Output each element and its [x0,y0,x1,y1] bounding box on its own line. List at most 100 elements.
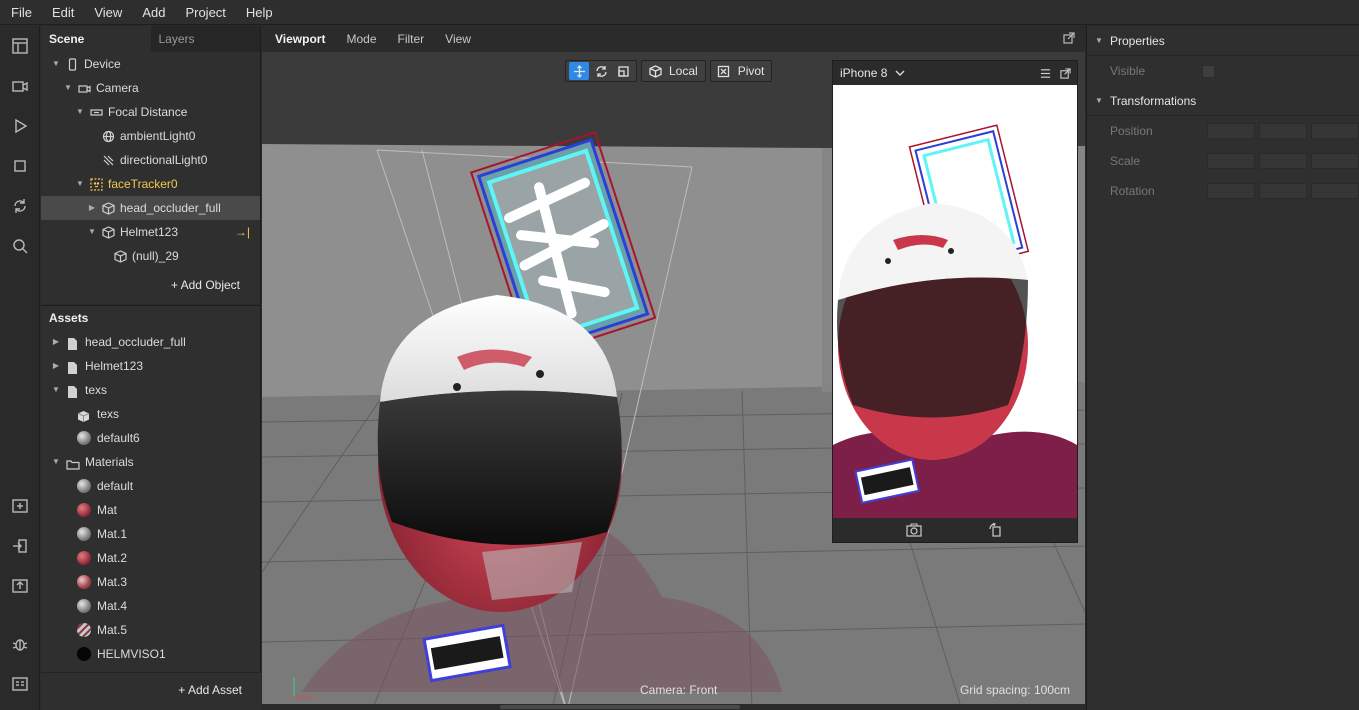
rotation-x-field[interactable] [1207,183,1255,199]
rotate-device-icon[interactable] [988,523,1002,537]
rotation-z-field[interactable] [1311,183,1359,199]
collapse-arrow-icon[interactable]: ▼ [87,220,97,244]
asset-item[interactable]: Mat.5 [41,618,260,642]
properties-section-header[interactable]: ▼ Properties [1087,26,1359,56]
rotate-tool-icon[interactable] [591,62,611,80]
tab-layers[interactable]: Layers [151,26,261,52]
add-object-button[interactable]: + Add Object [171,278,240,292]
asset-item[interactable]: Mat.2 [41,546,260,570]
tab-mode[interactable]: Mode [333,32,384,46]
material-sphere-icon [77,551,91,565]
link-badge-icon[interactable]: →| [235,220,250,244]
asset-item[interactable]: Mat.3 [41,570,260,594]
scrollbar-thumb[interactable] [500,705,740,709]
scale-x-field[interactable] [1207,153,1255,169]
tab-scene[interactable]: Scene [41,26,151,52]
camera-label: Camera: Front [640,683,718,697]
material-sphere-icon [77,599,91,613]
asset-item[interactable]: ▼ texs [41,378,260,402]
horizontal-scrollbar[interactable] [262,704,1085,710]
asset-item[interactable]: ▼ Materials [41,450,260,474]
capture-icon[interactable] [906,523,922,537]
asset-label: texs [97,407,120,421]
add-file-icon[interactable] [8,494,32,518]
transformations-section-header[interactable]: ▼ Transformations [1087,86,1359,116]
search-icon[interactable] [8,234,32,258]
asset-item[interactable]: ▶ Helmet123 [41,354,260,378]
sync-icon[interactable] [8,194,32,218]
expand-arrow-icon[interactable]: ▶ [87,196,97,220]
collapse-arrow-icon[interactable]: ▼ [51,378,61,402]
menu-icon[interactable] [1040,68,1051,79]
asset-item[interactable]: ▶ head_occluder_full [41,330,260,354]
stop-icon[interactable] [8,154,32,178]
asset-item[interactable]: default [41,474,260,498]
asset-item[interactable]: Mat.4 [41,594,260,618]
local-toggle[interactable]: Local [641,60,706,82]
expand-arrow-icon[interactable]: ▶ [51,354,61,378]
bug-icon[interactable] [8,632,32,656]
preview-render[interactable] [833,85,1077,520]
menu-view[interactable]: View [84,5,132,20]
menu-file[interactable]: File [0,5,42,20]
play-icon[interactable] [8,114,32,138]
menu-project[interactable]: Project [175,5,235,20]
video-icon[interactable] [8,74,32,98]
scene-tree-label: head_occluder_full [120,201,221,215]
scene-tree-item[interactable]: ▶ head_occluder_full [41,196,260,220]
asset-item[interactable]: HELMVISO1 [41,642,260,666]
cube-icon [113,249,127,263]
position-z-field[interactable] [1311,123,1359,139]
scene-tree-item[interactable]: ▼ Device [41,52,260,76]
collapse-arrow-icon[interactable]: ▼ [75,100,85,124]
collapse-arrow-icon[interactable]: ▼ [63,76,73,100]
menu-help[interactable]: Help [236,5,283,20]
scale-tool-icon[interactable] [613,62,633,80]
asset-label: Mat.2 [97,551,128,565]
scene-tree-label: ambientLight0 [120,129,196,143]
device-select[interactable]: iPhone 8 [840,66,887,80]
popout-icon[interactable] [1060,68,1071,79]
add-asset-button[interactable]: + Add Asset [178,683,242,697]
asset-label: default6 [97,431,140,445]
import-icon[interactable] [8,534,32,558]
scene-tree-item[interactable]: ▼ Helmet123 →| [41,220,260,244]
scene-tree-label: Helmet123 [120,225,179,239]
preview-footer [833,518,1077,542]
move-tool-icon[interactable] [569,62,589,80]
rotation-y-field[interactable] [1259,183,1307,199]
tab-view[interactable]: View [432,32,479,46]
asset-item[interactable]: Mat [41,498,260,522]
pivot-toggle[interactable]: Pivot [709,60,773,82]
visible-checkbox[interactable] [1202,65,1215,78]
position-x-field[interactable] [1207,123,1255,139]
chevron-down-icon[interactable] [895,68,905,78]
expand-arrow-icon[interactable]: ▶ [51,330,61,354]
asset-item[interactable]: default6 [41,426,260,450]
external-window-icon[interactable] [1063,32,1075,44]
scene-tree-item[interactable]: ▼ Camera [41,76,260,100]
menu-add[interactable]: Add [132,5,175,20]
collapse-arrow-icon[interactable]: ▼ [51,450,61,474]
scene-tree-item[interactable]: (null)_29 [41,244,260,268]
cube-icon [101,201,115,215]
export-icon[interactable] [8,574,32,598]
layout-icon[interactable] [8,34,32,58]
asset-item[interactable]: texs [41,402,260,426]
position-y-field[interactable] [1259,123,1307,139]
scene-tree-item[interactable]: ambientLight0 [41,124,260,148]
menu-edit[interactable]: Edit [42,5,84,20]
collapse-arrow-icon[interactable]: ▼ [75,172,85,196]
console-icon[interactable] [8,672,32,696]
asset-item[interactable]: Mat.1 [41,522,260,546]
tab-filter[interactable]: Filter [385,32,433,46]
scale-y-field[interactable] [1259,153,1307,169]
collapse-arrow-icon[interactable]: ▼ [51,52,61,76]
scale-z-field[interactable] [1311,153,1359,169]
file-icon [66,359,80,374]
tab-viewport[interactable]: Viewport [262,32,333,46]
scene-tree-item[interactable]: directionalLight0 [41,148,260,172]
camera-icon [77,81,91,95]
scene-tree-item[interactable]: ▼ Focal Distance [41,100,260,124]
scene-tree-item[interactable]: ▼ faceTracker0 [41,172,260,196]
